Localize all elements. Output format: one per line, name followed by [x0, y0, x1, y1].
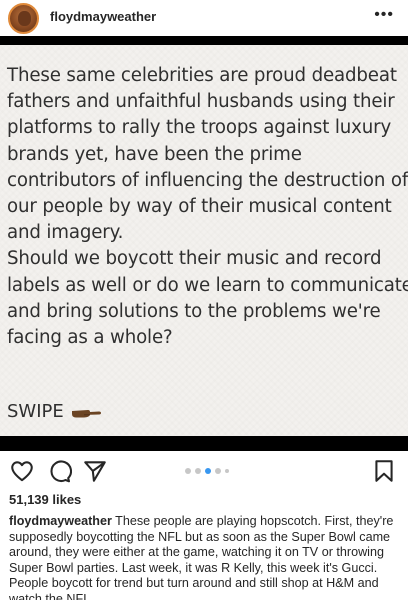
- carousel-dot: [215, 468, 221, 474]
- post-text-line: contributors of influencing the destruct…: [7, 169, 408, 191]
- avatar[interactable]: [8, 3, 39, 34]
- carousel-dot: [185, 468, 191, 474]
- post-text-line: brands yet, have been the prime: [7, 143, 302, 165]
- post-text-line: Should we boycott their music and record: [7, 248, 382, 270]
- post-text-line: platforms to rally the troops against lu…: [7, 117, 392, 139]
- action-bar: [0, 452, 408, 490]
- carousel-dot: [195, 468, 201, 474]
- comment-icon[interactable]: [46, 458, 72, 484]
- heart-icon[interactable]: [9, 458, 35, 484]
- post-text-line: and imagery.: [7, 222, 124, 244]
- swipe-hint: SWIPE: [7, 401, 102, 422]
- post-text-line: These same celebrities are proud deadbea…: [7, 65, 397, 86]
- post-image-content: These same celebrities are proud deadbea…: [0, 45, 408, 436]
- pointing-hand-icon: [71, 409, 101, 417]
- caption: floydmayweather These people are playing…: [9, 514, 404, 600]
- caption-username[interactable]: floydmayweather: [9, 514, 112, 528]
- post-text-line: facing as a whole?: [7, 327, 173, 349]
- post-text-line: and bring solutions to the problems we'r…: [7, 300, 381, 322]
- likes-count[interactable]: 51,139 likes: [9, 492, 81, 507]
- username-link[interactable]: floydmayweather: [50, 9, 156, 24]
- more-options-icon[interactable]: •••: [374, 6, 394, 24]
- send-icon[interactable]: [82, 458, 108, 484]
- post-image: These same celebrities are proud deadbea…: [0, 36, 408, 451]
- carousel-dot: [225, 469, 229, 473]
- carousel-indicator: [185, 468, 229, 474]
- post-text-line: our people by way of their musical conte…: [7, 196, 392, 218]
- bookmark-icon[interactable]: [371, 458, 397, 484]
- swipe-label: SWIPE: [7, 401, 64, 422]
- post-image-text: These same celebrities are proud deadbea…: [7, 63, 408, 351]
- post-header: floydmayweather •••: [0, 0, 408, 36]
- post-text-line: fathers and unfaithful husbands using th…: [7, 91, 395, 113]
- carousel-dot-active: [205, 468, 211, 474]
- post-text-line: labels as well or do we learn to communi…: [7, 274, 408, 296]
